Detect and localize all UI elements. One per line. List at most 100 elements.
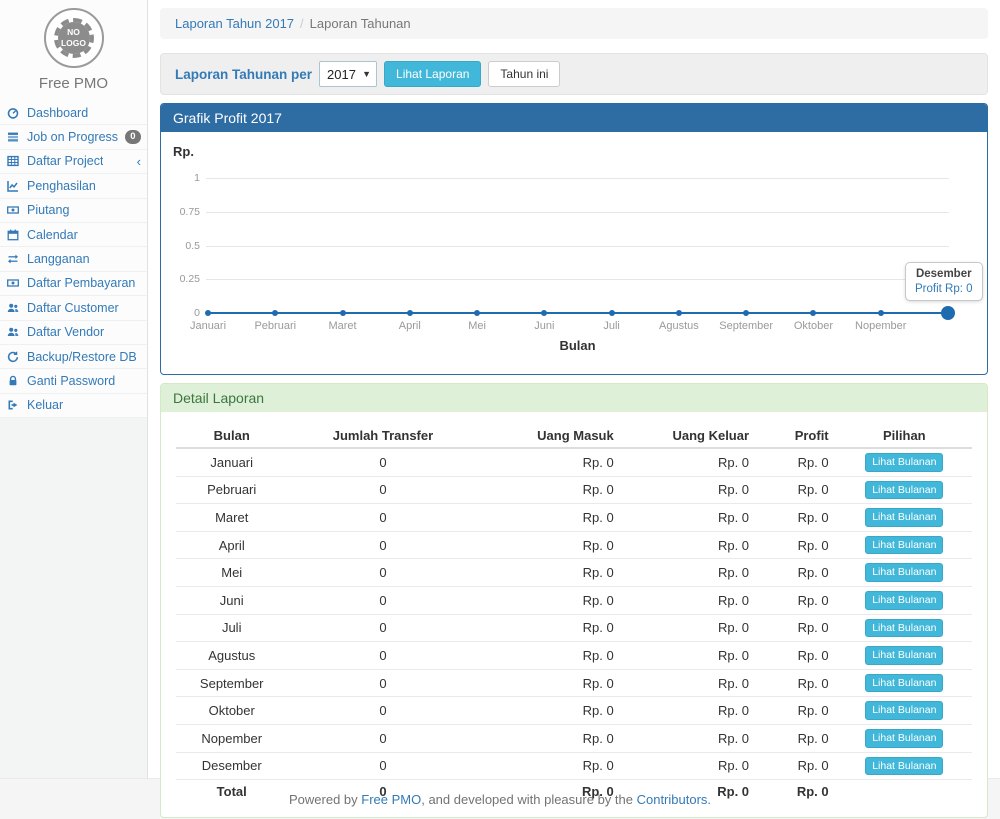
cell-uang-masuk: Rp. 0: [478, 724, 621, 752]
cell-pilihan: [837, 780, 972, 804]
chart-point-agustus[interactable]: [676, 310, 682, 316]
column-header-jumlah-transfer: Jumlah Transfer: [287, 424, 478, 448]
sidebar-item-dashboard[interactable]: Dashboard: [0, 101, 147, 125]
brand-name: Free PMO: [0, 68, 147, 101]
tasks-icon: [7, 131, 22, 143]
chart-point-oktober[interactable]: [810, 310, 816, 316]
cell-jumlah-transfer: 0: [287, 697, 478, 725]
sidebar-item-piutang[interactable]: Piutang: [0, 199, 147, 223]
lihat-bulanan-button[interactable]: Lihat Bulanan: [865, 508, 943, 527]
filter-label: Laporan Tahunan per: [175, 67, 312, 82]
cell-profit: Rp. 0: [757, 586, 837, 614]
tahun-ini-button[interactable]: Tahun ini: [488, 61, 560, 87]
report-table: BulanJumlah TransferUang MasukUang Kelua…: [176, 424, 972, 803]
tooltip-value: Profit Rp: 0: [915, 283, 973, 295]
table-row: Nopember0Rp. 0Rp. 0Rp. 0Lihat Bulanan: [176, 724, 972, 752]
cell-bulan: Total: [176, 780, 287, 804]
caret-down-icon: ▼: [362, 69, 371, 79]
sidebar-item-label: Ganti Password: [27, 374, 115, 388]
logo-text-line1: NO: [67, 27, 80, 38]
chart-point-juni[interactable]: [541, 310, 547, 316]
lihat-bulanan-button[interactable]: Lihat Bulanan: [865, 563, 943, 582]
cell-bulan: Januari: [176, 448, 287, 476]
chart-point-januari[interactable]: [205, 310, 211, 316]
chart-point-juli[interactable]: [609, 310, 615, 316]
table-row: Januari0Rp. 0Rp. 0Rp. 0Lihat Bulanan: [176, 448, 972, 476]
cell-bulan: Nopember: [176, 724, 287, 752]
x-axis-label: Bulan: [206, 338, 949, 353]
cell-uang-keluar: Rp. 0: [622, 559, 757, 587]
cell-jumlah-transfer: 0: [287, 724, 478, 752]
sidebar-item-ganti-password[interactable]: Ganti Password: [0, 369, 147, 393]
cell-jumlah-transfer: 0: [287, 559, 478, 587]
lihat-bulanan-button[interactable]: Lihat Bulanan: [865, 619, 943, 638]
detail-panel-title: Detail Laporan: [161, 384, 987, 412]
table-row: Agustus0Rp. 0Rp. 0Rp. 0Lihat Bulanan: [176, 642, 972, 670]
cell-profit: Rp. 0: [757, 697, 837, 725]
sidebar-item-label: Piutang: [27, 203, 69, 217]
money-icon: [7, 204, 22, 216]
table-icon: [7, 155, 22, 167]
lihat-bulanan-button[interactable]: Lihat Bulanan: [865, 674, 943, 693]
cell-pilihan: Lihat Bulanan: [837, 614, 972, 642]
report-filter-bar: Laporan Tahunan per 2017 ▼ Lihat Laporan…: [160, 53, 988, 95]
breadcrumb-link[interactable]: Laporan Tahun 2017: [175, 16, 294, 31]
chart-point-nopember[interactable]: [878, 310, 884, 316]
sidebar-item-langganan[interactable]: Langganan: [0, 247, 147, 271]
lihat-bulanan-button[interactable]: Lihat Bulanan: [865, 729, 943, 748]
sidebar-item-job-on-progress[interactable]: Job on Progress0: [0, 125, 147, 149]
cell-uang-keluar: Rp. 0: [622, 724, 757, 752]
sidebar-item-label: Daftar Customer: [27, 301, 119, 315]
lihat-laporan-button[interactable]: Lihat Laporan: [384, 61, 481, 87]
cell-profit: Rp. 0: [757, 614, 837, 642]
lihat-bulanan-button[interactable]: Lihat Bulanan: [865, 701, 943, 720]
cell-profit: Rp. 0: [757, 476, 837, 504]
year-select[interactable]: 2017 ▼: [319, 61, 377, 87]
column-header-pilihan: Pilihan: [837, 424, 972, 448]
cell-bulan: September: [176, 669, 287, 697]
money-icon: [7, 277, 22, 289]
chart-point-desember[interactable]: [941, 306, 955, 320]
lihat-bulanan-button[interactable]: Lihat Bulanan: [865, 591, 943, 610]
sidebar-item-calendar[interactable]: Calendar: [0, 223, 147, 247]
app-logo: NO LOGO: [44, 8, 104, 68]
cell-bulan: Juli: [176, 614, 287, 642]
lihat-bulanan-button[interactable]: Lihat Bulanan: [865, 646, 943, 665]
table-row: Desember0Rp. 0Rp. 0Rp. 0Lihat Bulanan: [176, 752, 972, 780]
x-tick-label: Nopember: [841, 320, 921, 332]
sidebar-item-daftar-project[interactable]: Daftar Project‹: [0, 150, 147, 174]
cell-uang-keluar: Rp. 0: [622, 476, 757, 504]
chart-point-maret[interactable]: [340, 310, 346, 316]
sidebar-item-backup-restore-db[interactable]: Backup/Restore DB: [0, 345, 147, 369]
chart-point-april[interactable]: [407, 310, 413, 316]
sidebar-item-label: Daftar Project: [27, 154, 103, 168]
lihat-bulanan-button[interactable]: Lihat Bulanan: [865, 757, 943, 776]
cell-pilihan: Lihat Bulanan: [837, 448, 972, 476]
y-tick-label: 0.5: [168, 240, 200, 252]
calendar-icon: [7, 229, 22, 241]
sidebar-item-label: Daftar Vendor: [27, 325, 104, 339]
lihat-bulanan-button[interactable]: Lihat Bulanan: [865, 536, 943, 555]
cell-uang-masuk: Rp. 0: [478, 642, 621, 670]
users-icon: [7, 326, 22, 338]
sidebar-item-keluar[interactable]: Keluar: [0, 394, 147, 418]
chart-point-september[interactable]: [743, 310, 749, 316]
cell-bulan: Mei: [176, 559, 287, 587]
free-pmo-link[interactable]: Free PMO: [361, 792, 421, 807]
gridline: [206, 279, 949, 280]
sidebar-item-daftar-vendor[interactable]: Daftar Vendor: [0, 321, 147, 345]
cell-bulan: April: [176, 531, 287, 559]
sidebar-item-label: Langganan: [27, 252, 90, 266]
logo-text-line2: LOGO: [61, 38, 86, 49]
sidebar-item-daftar-customer[interactable]: Daftar Customer: [0, 296, 147, 320]
chart-point-pebruari[interactable]: [272, 310, 278, 316]
detail-table-wrap: BulanJumlah TransferUang MasukUang Kelua…: [161, 412, 987, 817]
lihat-bulanan-button[interactable]: Lihat Bulanan: [865, 453, 943, 472]
cell-profit: Rp. 0: [757, 752, 837, 780]
chart-point-mei[interactable]: [474, 310, 480, 316]
sidebar-item-daftar-pembayaran[interactable]: Daftar Pembayaran: [0, 272, 147, 296]
sidebar-item-label: Penghasilan: [27, 179, 96, 193]
sidebar-item-penghasilan[interactable]: Penghasilan: [0, 174, 147, 198]
contributors-link[interactable]: Contributors.: [637, 792, 711, 807]
lihat-bulanan-button[interactable]: Lihat Bulanan: [865, 481, 943, 500]
